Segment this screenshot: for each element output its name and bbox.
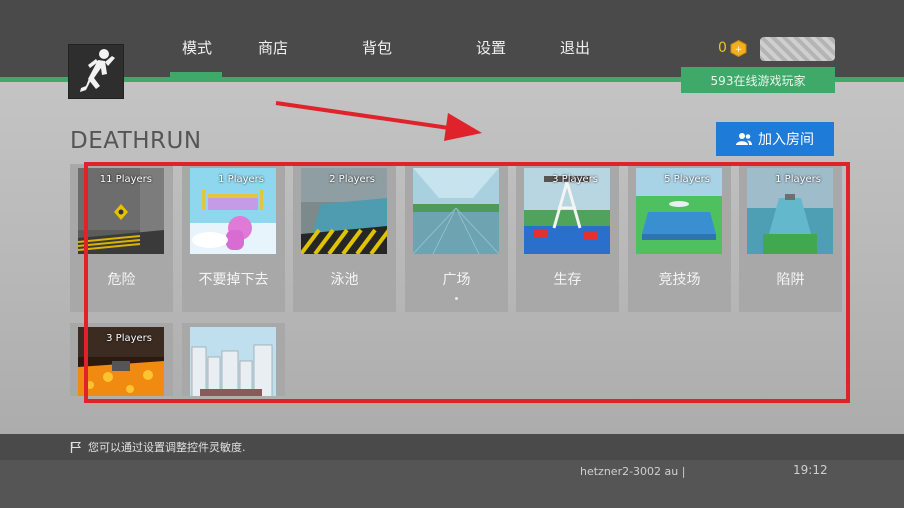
map-card-city[interactable] xyxy=(182,323,285,396)
map-player-count: 11 Players xyxy=(99,174,152,185)
map-player-count: 5 Players xyxy=(664,174,710,185)
map-thumbnail: 5 Players xyxy=(636,168,722,254)
server-info: hetzner2-3002 au | xyxy=(580,465,686,478)
tip-text: 您可以通过设置调整控件灵敏度. xyxy=(88,441,246,454)
map-player-count: 3 Players xyxy=(106,333,152,344)
map-card-pool[interactable]: 2 Players 泳池 xyxy=(293,164,396,312)
map-card-danger[interactable]: 11 Players 危险 xyxy=(70,164,173,312)
map-name: 危险 xyxy=(107,272,136,288)
map-name: 广场 xyxy=(442,272,471,288)
svg-text:+: + xyxy=(735,45,743,55)
page-title: DEATHRUN xyxy=(70,128,202,154)
map-name: 生存 xyxy=(553,272,582,288)
map-thumbnail: 3 Players xyxy=(524,168,610,254)
map-card-dont-fall[interactable]: 1 Players 不要掉下去 xyxy=(182,164,285,312)
footer-bar xyxy=(0,460,904,508)
map-name: 竞技场 xyxy=(658,272,701,288)
selection-dot xyxy=(455,297,458,300)
user-group-icon xyxy=(736,133,752,145)
map-player-count: 1 Players xyxy=(218,174,264,185)
coin-count: 0 xyxy=(718,40,727,56)
flag-icon xyxy=(70,442,82,453)
map-card-trap[interactable]: 1 Players 陷阱 xyxy=(739,164,842,312)
map-thumbnail xyxy=(413,168,499,254)
runner-logo-icon xyxy=(80,48,115,92)
map-card-arena[interactable]: 5 Players 竞技场 xyxy=(628,164,731,312)
map-thumbnail: 1 Players xyxy=(190,168,276,254)
map-player-count: 2 Players xyxy=(329,174,375,185)
map-card-plaza[interactable]: 广场 xyxy=(405,164,508,312)
map-thumbnail xyxy=(190,327,276,396)
tip-bar: 您可以通过设置调整控件灵敏度. xyxy=(0,434,904,460)
nav-settings[interactable]: 设置 xyxy=(476,38,506,58)
annotation-arrow xyxy=(275,101,482,141)
map-thumbnail: 11 Players xyxy=(78,168,164,254)
game-logo xyxy=(68,44,124,99)
map-thumbnail: 3 Players xyxy=(78,327,164,396)
map-card-survival[interactable]: 3 Players 生存 xyxy=(516,164,619,312)
clock: 19:12 xyxy=(793,463,828,477)
online-players-count: 593在线游戏玩家 xyxy=(681,67,835,93)
coin-icon: + xyxy=(730,39,747,58)
map-card-lava[interactable]: 3 Players xyxy=(70,323,173,396)
map-player-count: 3 Players xyxy=(552,174,598,185)
map-name: 陷阱 xyxy=(776,272,805,288)
nav-active-indicator xyxy=(170,72,222,78)
join-room-button[interactable]: 加入房间 xyxy=(716,122,834,156)
map-thumbnail: 2 Players xyxy=(301,168,387,254)
nav-shop[interactable]: 商店 xyxy=(258,38,288,58)
nav-exit[interactable]: 退出 xyxy=(560,38,590,58)
nav-mode[interactable]: 模式 xyxy=(182,38,212,58)
map-name: 泳池 xyxy=(330,272,359,288)
map-player-count: 1 Players xyxy=(775,174,821,185)
nav-backpack[interactable]: 背包 xyxy=(362,38,392,58)
player-name-badge[interactable] xyxy=(760,37,835,61)
map-name: 不要掉下去 xyxy=(198,272,269,288)
map-thumbnail: 1 Players xyxy=(747,168,833,254)
join-room-label: 加入房间 xyxy=(758,132,814,148)
